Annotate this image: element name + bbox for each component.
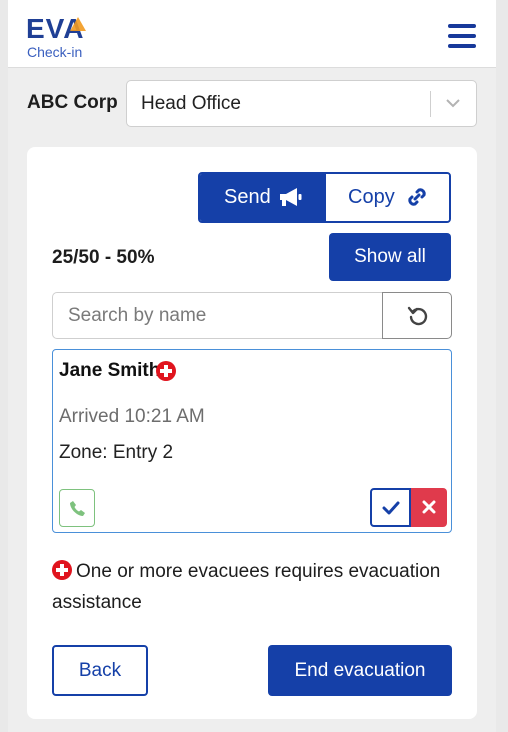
location-select[interactable]: Head Office (126, 80, 477, 127)
eva-logo: EVA Check-in (26, 14, 106, 60)
phone-icon (70, 501, 85, 516)
logo-subtitle: Check-in (27, 44, 83, 60)
logo-accent (70, 17, 86, 31)
select-separator (430, 91, 431, 117)
back-button[interactable]: Back (52, 645, 148, 696)
send-button[interactable]: Send (200, 174, 326, 221)
chevron-down-icon (446, 99, 460, 108)
evacuee-name: Jane Smith (59, 360, 161, 381)
checkmark-icon (382, 501, 400, 515)
send-label: Send (224, 186, 271, 208)
megaphone-icon (280, 188, 302, 206)
evacuation-card: Send Copy 25/50 - 50% Show all Search by… (27, 147, 477, 719)
call-button[interactable] (59, 489, 95, 527)
remove-button[interactable] (411, 488, 447, 527)
assistance-note: One or more evacuees requires evacuation… (52, 556, 456, 618)
assistance-note-text: One or more evacuees requires evacuation… (52, 561, 441, 613)
app-root: EVA Check-in ABC Corp Head Office Send C… (8, 0, 496, 732)
assistance-icon (52, 560, 72, 580)
top-bar: EVA Check-in (8, 0, 496, 68)
copy-button[interactable]: Copy (326, 174, 449, 221)
reset-search-button[interactable] (382, 292, 452, 339)
evacuee-card[interactable]: Jane Smith Arrived 10:21 AM Zone: Entry … (52, 349, 452, 533)
hamburger-menu-icon[interactable] (448, 24, 476, 48)
confirm-button[interactable] (370, 488, 411, 527)
assistance-required-icon (156, 361, 176, 381)
end-evacuation-button[interactable]: End evacuation (268, 645, 452, 696)
close-icon (422, 500, 436, 514)
copy-label: Copy (348, 186, 395, 208)
location-select-value: Head Office (141, 93, 241, 114)
refresh-icon (407, 306, 428, 326)
company-name: ABC Corp (27, 92, 118, 113)
search-input[interactable] (52, 292, 384, 339)
evacuee-zone: Zone: Entry 2 (59, 442, 174, 463)
link-icon (408, 188, 426, 206)
checkin-count: 25/50 - 50% (52, 247, 155, 268)
share-toggle: Send Copy (198, 172, 451, 223)
evacuee-arrived-time: Arrived 10:21 AM (59, 406, 205, 427)
show-all-button[interactable]: Show all (329, 233, 451, 281)
